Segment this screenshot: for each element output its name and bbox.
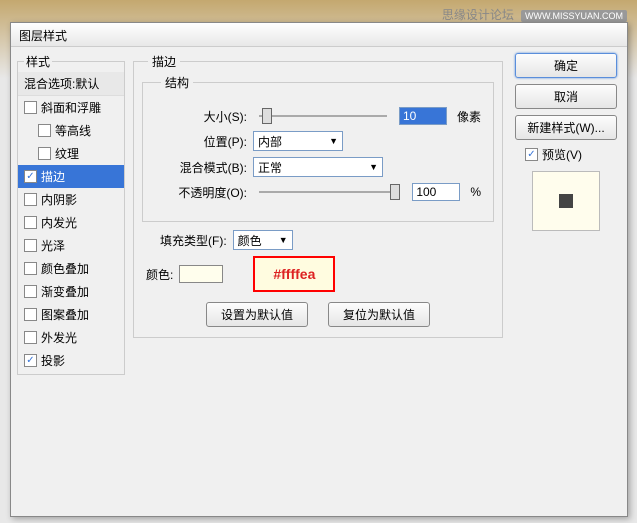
preview-thumbnail xyxy=(559,194,573,208)
style-checkbox[interactable] xyxy=(24,216,37,229)
dialog-title: 图层样式 xyxy=(19,29,67,43)
style-item-label: 投影 xyxy=(41,352,65,369)
style-item[interactable]: 外发光 xyxy=(18,326,124,349)
opacity-input[interactable] xyxy=(412,183,460,201)
style-item-label: 纹理 xyxy=(55,145,79,162)
set-default-button[interactable]: 设置为默认值 xyxy=(206,302,308,327)
preview-label: 预览(V) xyxy=(542,146,582,163)
opacity-slider[interactable] xyxy=(259,191,400,193)
dialog-titlebar[interactable]: 图层样式 xyxy=(11,23,627,47)
position-combo[interactable]: 内部 ▼ xyxy=(253,131,343,151)
style-item-label: 图案叠加 xyxy=(41,306,89,323)
filltype-combo[interactable]: 颜色 ▼ xyxy=(233,230,293,250)
style-item[interactable]: 描边 xyxy=(18,165,124,188)
size-unit: 像素 xyxy=(457,108,481,125)
opacity-unit: % xyxy=(470,185,481,199)
styles-panel: 样式 混合选项:默认 斜面和浮雕等高线纹理描边内阴影内发光光泽颜色叠加渐变叠加图… xyxy=(17,53,125,510)
style-checkbox[interactable] xyxy=(24,262,37,275)
filltype-label: 填充类型(F): xyxy=(160,232,227,249)
opacity-label: 不透明度(O): xyxy=(155,184,247,201)
stroke-legend: 描边 xyxy=(148,53,180,70)
style-checkbox[interactable] xyxy=(38,124,51,137)
style-checkbox[interactable] xyxy=(24,354,37,367)
chevron-down-icon: ▼ xyxy=(369,162,378,172)
chevron-down-icon: ▼ xyxy=(279,235,288,245)
color-swatch[interactable] xyxy=(179,265,223,283)
cancel-button[interactable]: 取消 xyxy=(515,84,617,109)
style-item[interactable]: 内阴影 xyxy=(18,188,124,211)
style-checkbox[interactable] xyxy=(24,308,37,321)
position-label: 位置(P): xyxy=(155,133,247,150)
blendmode-combo[interactable]: 正常 ▼ xyxy=(253,157,383,177)
layer-style-dialog: 图层样式 样式 混合选项:默认 斜面和浮雕等高线纹理描边内阴影内发光光泽颜色叠加… xyxy=(10,22,628,517)
style-item[interactable]: 内发光 xyxy=(18,211,124,234)
style-item-label: 光泽 xyxy=(41,237,65,254)
style-checkbox[interactable] xyxy=(24,331,37,344)
style-checkbox[interactable] xyxy=(24,170,37,183)
style-checkbox[interactable] xyxy=(24,239,37,252)
blend-options-header[interactable]: 混合选项:默认 xyxy=(18,72,124,96)
style-item[interactable]: 纹理 xyxy=(18,142,124,165)
style-item[interactable]: 投影 xyxy=(18,349,124,372)
watermark: 思缘设计论坛 WWW.MISSYUAN.COM xyxy=(442,6,627,23)
preview-checkbox[interactable] xyxy=(525,148,538,161)
color-hex-annotation: #ffffea xyxy=(253,256,335,292)
style-checkbox[interactable] xyxy=(24,285,37,298)
style-item-label: 斜面和浮雕 xyxy=(41,99,101,116)
right-panel: 确定 取消 新建样式(W)... 预览(V) xyxy=(511,53,621,510)
center-panel: 描边 结构 大小(S): 像素 位置(P): 内部 ▼ xyxy=(125,53,511,510)
size-input[interactable] xyxy=(399,107,447,125)
size-slider[interactable] xyxy=(259,115,387,117)
style-checkbox[interactable] xyxy=(24,193,37,206)
style-item-label: 内发光 xyxy=(41,214,77,231)
style-checkbox[interactable] xyxy=(24,101,37,114)
style-item-label: 描边 xyxy=(41,168,65,185)
style-item[interactable]: 光泽 xyxy=(18,234,124,257)
style-item-label: 颜色叠加 xyxy=(41,260,89,277)
styles-legend: 样式 xyxy=(24,53,52,70)
chevron-down-icon: ▼ xyxy=(329,136,338,146)
ok-button[interactable]: 确定 xyxy=(515,53,617,78)
style-item[interactable]: 渐变叠加 xyxy=(18,280,124,303)
style-item-label: 外发光 xyxy=(41,329,77,346)
style-item[interactable]: 等高线 xyxy=(18,119,124,142)
blendmode-label: 混合模式(B): xyxy=(155,159,247,176)
style-item-label: 内阴影 xyxy=(41,191,77,208)
style-item-label: 渐变叠加 xyxy=(41,283,89,300)
new-style-button[interactable]: 新建样式(W)... xyxy=(515,115,617,140)
preview-box xyxy=(532,171,600,231)
structure-legend: 结构 xyxy=(161,74,193,91)
size-label: 大小(S): xyxy=(155,108,247,125)
reset-default-button[interactable]: 复位为默认值 xyxy=(328,302,430,327)
style-item[interactable]: 颜色叠加 xyxy=(18,257,124,280)
style-checkbox[interactable] xyxy=(38,147,51,160)
style-item[interactable]: 斜面和浮雕 xyxy=(18,96,124,119)
color-label: 颜色: xyxy=(146,266,173,283)
style-item[interactable]: 图案叠加 xyxy=(18,303,124,326)
style-item-label: 等高线 xyxy=(55,122,91,139)
